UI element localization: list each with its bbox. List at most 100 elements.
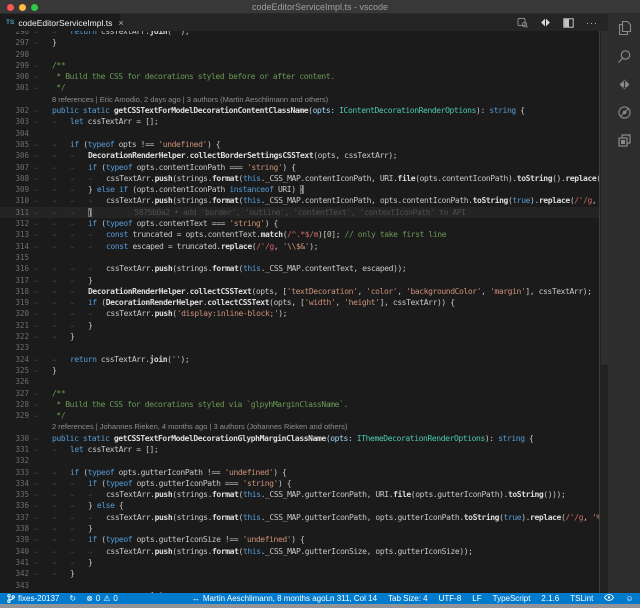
code-line[interactable]: 302→public static getCSSTextForModelDeco… xyxy=(0,105,599,116)
problems-item[interactable]: ⊗ 0 ⚠ 0 xyxy=(86,593,118,604)
tab-whitespace-icon: → xyxy=(52,287,70,297)
code-line[interactable]: 324→→return cssTextArr.join(''); xyxy=(0,354,599,365)
ts-version[interactable]: 2.1.6 xyxy=(541,593,559,604)
codelens-line[interactable]: 2 references | Johannes Rieken, 4 months… xyxy=(0,421,599,432)
code-line[interactable]: 318→→→DecorationRenderHelper.collectCSST… xyxy=(0,286,599,297)
code-line[interactable]: 344→→return cssTextArr.join(''); xyxy=(0,591,599,593)
tab-whitespace-icon: → xyxy=(70,151,88,161)
encoding[interactable]: UTF-8 xyxy=(439,593,462,604)
tab-whitespace-icon: → xyxy=(34,490,52,500)
code-line[interactable]: 306→→→DecorationRenderHelper.collectBord… xyxy=(0,150,599,161)
tab-codeeditorserviceimpl[interactable]: TS codeEditorServiceImpl.ts × xyxy=(0,14,120,31)
code-line[interactable]: 301→ */ xyxy=(0,82,599,93)
code-line[interactable]: 338→→→} xyxy=(0,523,599,534)
code-line[interactable]: 307→→→if (typeof opts.contentIconPath ==… xyxy=(0,162,599,173)
tslint-status[interactable]: TSLint xyxy=(570,593,593,604)
code-line[interactable]: 317→→→} xyxy=(0,275,599,286)
code-line[interactable]: 299→/** xyxy=(0,60,599,71)
code-line[interactable]: 316→→→→cssTextArr.push(strings.format(th… xyxy=(0,263,599,274)
tab-whitespace-icon: → xyxy=(34,276,52,286)
debug-icon[interactable] xyxy=(608,98,640,126)
code-line[interactable]: 310→→→→cssTextArr.push(strings.format(th… xyxy=(0,195,599,206)
code-line[interactable]: 312→→→if (typeof opts.contentText === 's… xyxy=(0,218,599,229)
tab-whitespace-icon: → xyxy=(52,332,70,342)
source-control-icon[interactable] xyxy=(608,70,640,98)
scrollbar-thumb[interactable] xyxy=(601,31,608,365)
code-line[interactable]: 327→/** xyxy=(0,388,599,399)
open-preview-icon[interactable] xyxy=(517,17,528,28)
warning-count: 0 xyxy=(113,593,117,604)
code-line[interactable]: 308→→→→cssTextArr.push(strings.format(th… xyxy=(0,173,599,184)
eye-icon[interactable] xyxy=(604,593,614,604)
code-line[interactable]: 300→ * Build the CSS for decorations sty… xyxy=(0,71,599,82)
code-line[interactable]: 322→→} xyxy=(0,331,599,342)
git-branch-item[interactable]: fixes-20137 xyxy=(7,593,59,604)
editor-scrollbar[interactable] xyxy=(599,31,608,593)
minimize-window-button[interactable] xyxy=(19,4,26,11)
code-line[interactable]: 297→} xyxy=(0,37,599,48)
code-line[interactable]: 341→→→} xyxy=(0,557,599,568)
tab-whitespace-icon: → xyxy=(70,309,88,319)
tab-whitespace-icon: → xyxy=(34,513,52,523)
git-blame-item[interactable]: ↔ Martin Aeschlimann, 8 months ago xyxy=(192,593,326,604)
explorer-icon[interactable] xyxy=(608,14,640,42)
code-line[interactable]: 334→→→if (typeof opts.gutterIconPath ===… xyxy=(0,478,599,489)
tab-bar: TS codeEditorServiceImpl.ts × xyxy=(0,14,608,31)
code-line[interactable]: 332 xyxy=(0,455,599,466)
line-number: 330 xyxy=(0,433,34,444)
error-count: 0 xyxy=(96,593,100,604)
more-actions-icon[interactable]: ··· xyxy=(586,18,598,28)
code-line[interactable]: 325→} xyxy=(0,365,599,376)
code-line[interactable]: 303→→let cssTextArr = []; xyxy=(0,116,599,127)
code-line[interactable]: 314→→→→const escaped = truncated.replace… xyxy=(0,241,599,252)
close-window-button[interactable] xyxy=(7,4,14,11)
code-line[interactable]: 333→→if (typeof opts.gutterIconPath !== … xyxy=(0,467,599,478)
code-line[interactable]: 298 xyxy=(0,49,599,60)
tab-whitespace-icon: → xyxy=(34,592,52,593)
workbench: TS codeEditorServiceImpl.ts × xyxy=(0,14,640,593)
feedback-smiley-icon[interactable]: ☺ xyxy=(625,593,633,604)
code-line[interactable]: 328→ * Build the CSS for decorations sty… xyxy=(0,399,599,410)
extensions-icon[interactable] xyxy=(608,126,640,154)
code-line[interactable]: 342→→} xyxy=(0,568,599,579)
code-line[interactable]: 323 xyxy=(0,342,599,353)
code-line[interactable]: 305→→if (typeof opts !== 'undefined') { xyxy=(0,139,599,150)
split-editor-icon[interactable] xyxy=(563,18,574,28)
tab-whitespace-icon: → xyxy=(88,230,106,240)
code-line[interactable]: 340→→→→cssTextArr.push(strings.format(th… xyxy=(0,546,599,557)
line-number: 313 xyxy=(0,229,34,240)
code-line[interactable]: 335→→→→cssTextArr.push(strings.format(th… xyxy=(0,489,599,500)
code-line[interactable]: 329→ */ xyxy=(0,410,599,421)
code-line[interactable]: 304 xyxy=(0,128,599,139)
code-line[interactable]: 313→→→→const truncated = opts.contentTex… xyxy=(0,229,599,240)
tab-size[interactable]: Tab Size: 4 xyxy=(388,593,428,604)
language-mode[interactable]: TypeScript xyxy=(493,593,531,604)
close-tab-icon[interactable]: × xyxy=(118,18,123,28)
code-editor[interactable]: 296→→return cssTextArr.join('');297→}298… xyxy=(0,31,608,593)
zoom-window-button[interactable] xyxy=(31,4,38,11)
code-line[interactable]: 330→public static getCSSTextForModelDeco… xyxy=(0,433,599,444)
search-icon[interactable] xyxy=(608,42,640,70)
tab-whitespace-icon: → xyxy=(34,569,52,579)
codelens-line[interactable]: 8 references | Eric Amodio, 2 days ago |… xyxy=(0,94,599,105)
code-line[interactable]: 309→→→} else if (opts.contentIconPath in… xyxy=(0,184,599,195)
code-line[interactable]: 321→→→} xyxy=(0,320,599,331)
code-line[interactable]: 320→→→→cssTextArr.push('display:inline-b… xyxy=(0,308,599,319)
eol[interactable]: LF xyxy=(472,593,481,604)
open-changes-icon[interactable] xyxy=(540,17,551,28)
tab-whitespace-icon: → xyxy=(70,490,88,500)
tab-whitespace-icon: → xyxy=(70,321,88,331)
code-line[interactable]: 315 xyxy=(0,252,599,263)
tab-whitespace-icon: → xyxy=(34,151,52,161)
code-line[interactable]: 339→→→if (typeof opts.gutterIconSize !==… xyxy=(0,534,599,545)
code-line[interactable]: 337→→→→cssTextArr.push(strings.format(th… xyxy=(0,512,599,523)
code-line[interactable]: 331→→let cssTextArr = []; xyxy=(0,444,599,455)
cursor-position[interactable]: Ln 311, Col 14 xyxy=(326,593,377,604)
sync-item[interactable]: ↻ xyxy=(69,593,76,604)
code-line[interactable]: 326 xyxy=(0,376,599,387)
code-line[interactable]: 319→→→if (DecorationRenderHelper.collect… xyxy=(0,297,599,308)
tab-whitespace-icon: → xyxy=(34,83,52,93)
code-line[interactable]: 336→→→} else { xyxy=(0,500,599,511)
code-line[interactable]: 343 xyxy=(0,580,599,591)
code-line[interactable]: 311→→→}5875b0a2 • add 'border', 'outline… xyxy=(0,207,599,218)
